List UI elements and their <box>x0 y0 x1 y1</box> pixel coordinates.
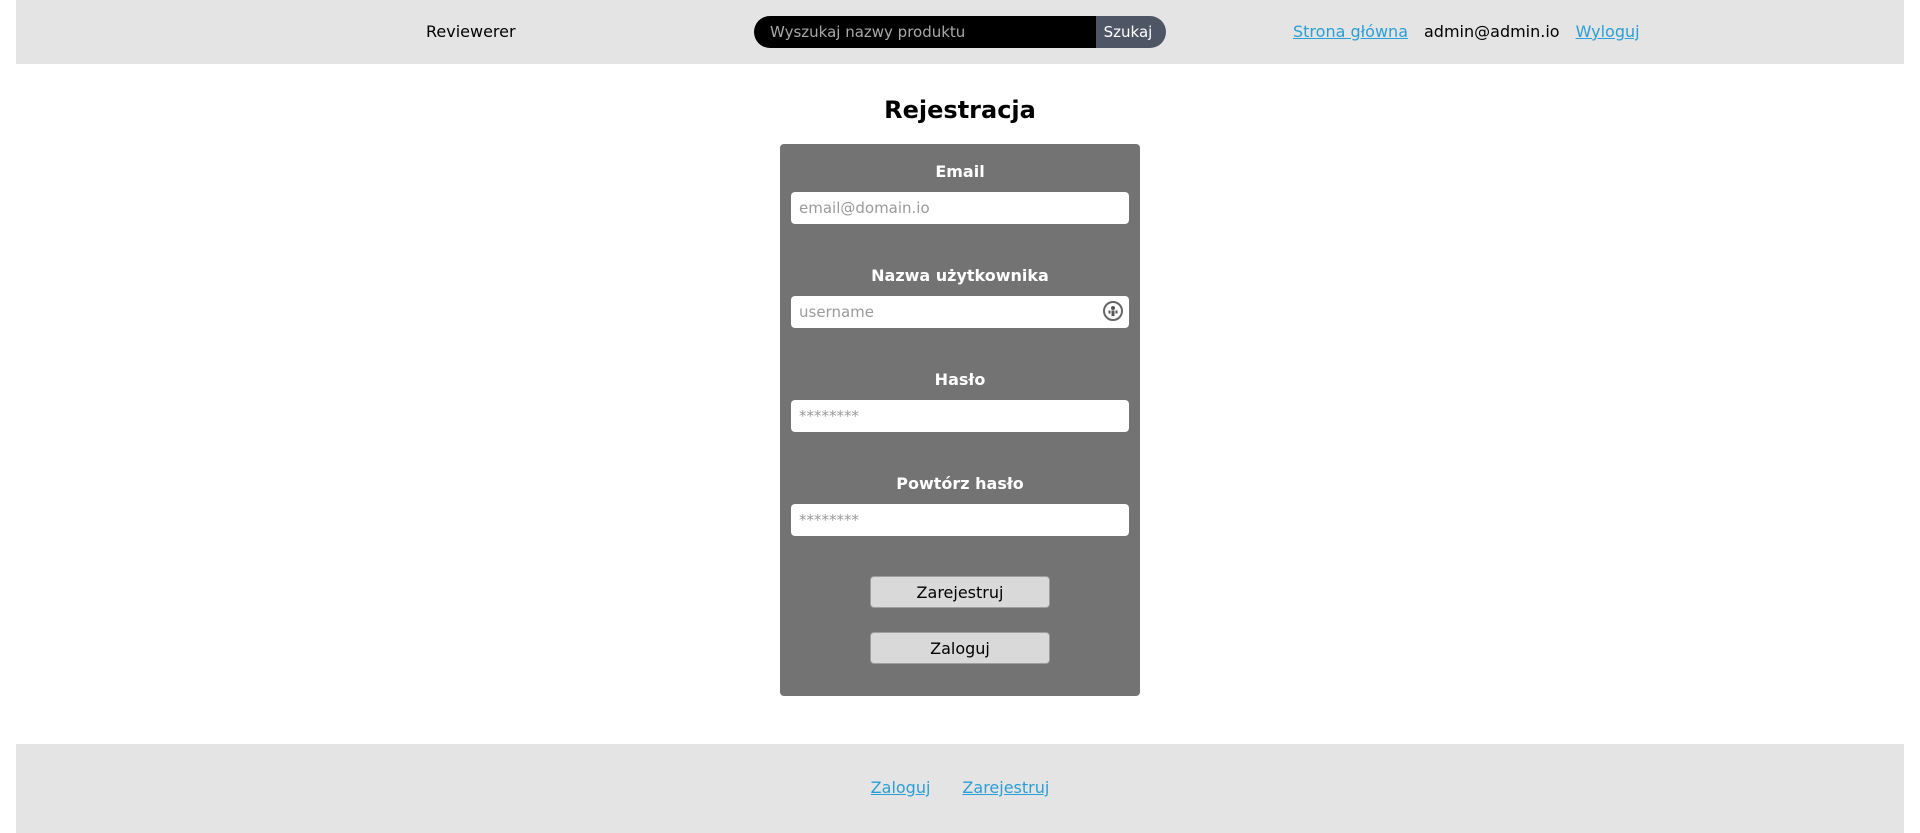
username-field[interactable] <box>791 296 1129 328</box>
logout-link[interactable]: Wyloguj <box>1576 22 1640 41</box>
username-label: Nazwa użytkownika <box>871 266 1049 285</box>
repeat-password-field[interactable] <box>791 504 1129 536</box>
register-button[interactable]: Zarejestruj <box>870 576 1050 608</box>
footer: Zaloguj Zarejestruj <box>16 744 1904 833</box>
footer-login-link[interactable]: Zaloguj <box>871 778 931 797</box>
password-field[interactable] <box>791 400 1129 432</box>
user-email: admin@admin.io <box>1424 22 1560 41</box>
registration-form: Email Nazwa użytkownika Hasło Powtórz ha… <box>780 144 1140 696</box>
brand-name[interactable]: Reviewerer <box>426 22 516 41</box>
page-title: Rejestracja <box>884 96 1036 124</box>
search-button[interactable]: Szukaj <box>1096 16 1166 48</box>
repeat-password-label: Powtórz hasło <box>896 474 1024 493</box>
top-header: Reviewerer Szukaj Strona główna admin@ad… <box>16 0 1904 64</box>
header-nav: Strona główna admin@admin.io Wyloguj <box>1293 22 1640 41</box>
home-link[interactable]: Strona główna <box>1293 22 1408 41</box>
password-label: Hasło <box>934 370 986 389</box>
search-bar: Szukaj <box>754 16 1166 48</box>
user-badge-glyph <box>1108 306 1118 316</box>
login-button[interactable]: Zaloguj <box>870 632 1050 664</box>
footer-links: Zaloguj Zarejestruj <box>16 778 1904 797</box>
page: Reviewerer Szukaj Strona główna admin@ad… <box>0 0 1920 833</box>
footer-register-link[interactable]: Zarejestruj <box>962 778 1049 797</box>
email-field[interactable] <box>791 192 1129 224</box>
user-badge-icon[interactable] <box>1103 301 1123 321</box>
email-label: Email <box>935 162 985 181</box>
search-input[interactable] <box>754 16 1096 48</box>
